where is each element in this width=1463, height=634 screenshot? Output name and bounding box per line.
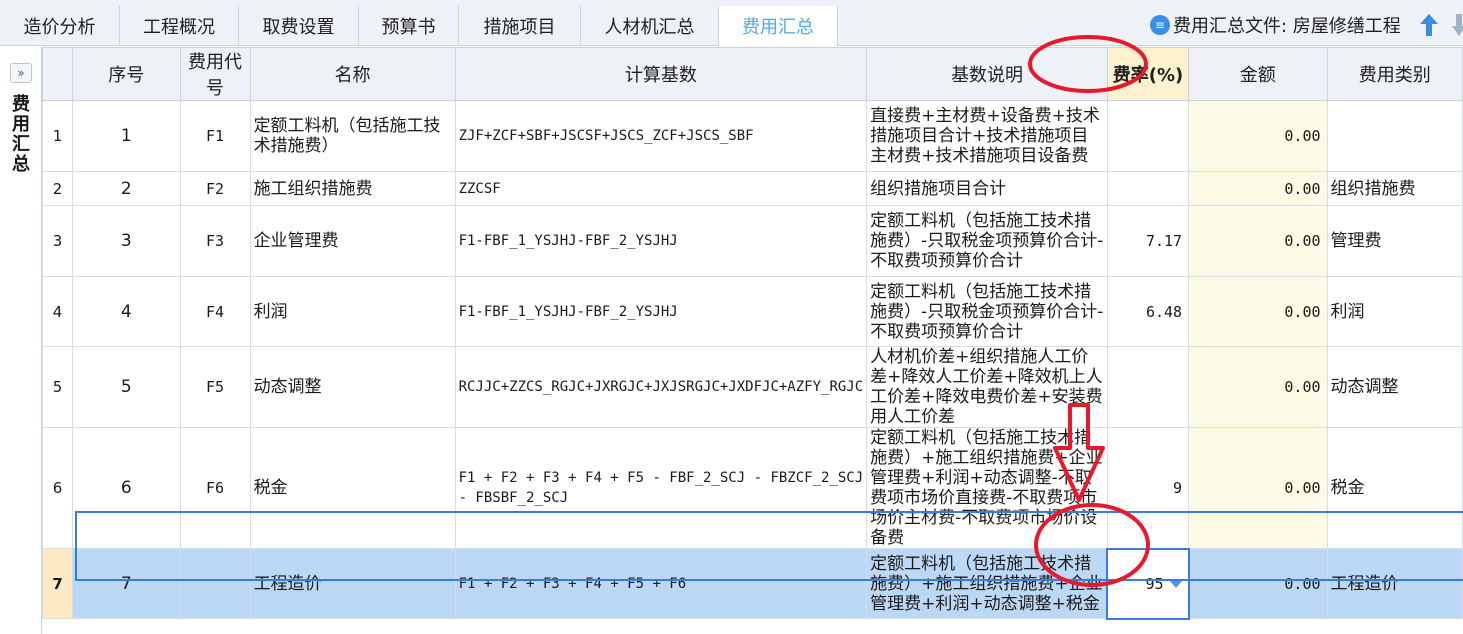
tab-cost-analysis[interactable]: 造价分析 bbox=[0, 6, 120, 46]
document-icon: ≡ bbox=[1150, 15, 1170, 35]
col-header-amount[interactable]: 金额 bbox=[1188, 47, 1328, 101]
table-row-selected[interactable]: 7 7 工程造价 F1 + F2 + F3 + F4 + F5 + F6 定额工… bbox=[41, 547, 1463, 620]
cell-amount[interactable]: 0.00 bbox=[1188, 171, 1328, 206]
table-row[interactable]: 2 2 F2 施工组织措施费 ZZCSF 组织措施项目合计 0.00 组织措施费 bbox=[41, 171, 1463, 206]
cell-seq[interactable]: 4 bbox=[72, 276, 181, 347]
cell-name[interactable]: 企业管理费 bbox=[249, 205, 456, 277]
cell-rate[interactable] bbox=[1106, 346, 1190, 428]
col-header-category[interactable]: 费用类别 bbox=[1326, 47, 1463, 101]
row-number-header bbox=[41, 47, 74, 101]
cost-summary-grid: 序号 费用代号 名称 计算基数 基数说明 费率(%) 金额 费用类别 1 1 F… bbox=[41, 47, 1463, 620]
cell-base[interactable]: F1 + F2 + F3 + F4 + F5 - FBF_2_SCJ - FBZ… bbox=[454, 427, 868, 549]
cell-category[interactable]: 工程造价 bbox=[1326, 548, 1463, 619]
col-header-code[interactable]: 费用代号 bbox=[179, 47, 251, 101]
cell-desc[interactable]: 定额工料机（包括施工技术措施费）+施工组织措施费+企业管理费+利润+动态调整-不… bbox=[866, 427, 1108, 549]
cell-code[interactable]: F2 bbox=[179, 171, 251, 206]
cell-amount[interactable]: 0.00 bbox=[1188, 346, 1328, 428]
cell-desc[interactable]: 定额工料机（包括施工技术措施费）+施工组织措施费+企业管理费+利润+动态调整+税… bbox=[866, 548, 1108, 619]
col-header-base[interactable]: 计算基数 bbox=[454, 47, 868, 101]
cell-category[interactable]: 税金 bbox=[1326, 427, 1463, 549]
cell-seq[interactable]: 7 bbox=[72, 548, 181, 619]
cell-rate-editor[interactable]: 95 bbox=[1106, 547, 1190, 620]
cell-seq[interactable]: 2 bbox=[72, 171, 181, 206]
row-number[interactable]: 6 bbox=[41, 427, 74, 549]
move-up-icon[interactable] bbox=[1418, 12, 1440, 38]
cell-code[interactable]: F3 bbox=[179, 205, 251, 277]
cell-amount[interactable]: 0.00 bbox=[1188, 100, 1328, 172]
cell-amount[interactable]: 0.00 bbox=[1188, 205, 1328, 277]
table-row[interactable]: 6 6 F6 税金 F1 + F2 + F3 + F4 + F5 - FBF_2… bbox=[41, 427, 1463, 549]
cell-seq[interactable]: 6 bbox=[72, 427, 181, 549]
cell-name[interactable]: 工程造价 bbox=[249, 548, 456, 619]
cell-name[interactable]: 税金 bbox=[249, 427, 456, 549]
cell-seq[interactable]: 1 bbox=[72, 100, 181, 172]
cell-code[interactable]: F5 bbox=[179, 346, 251, 428]
cell-seq[interactable]: 5 bbox=[72, 346, 181, 428]
cell-amount[interactable]: 0.00 bbox=[1188, 427, 1328, 549]
expand-panel-button[interactable]: » bbox=[10, 63, 32, 83]
cell-category[interactable]: 组织措施费 bbox=[1326, 171, 1463, 206]
tab-measures[interactable]: 措施项目 bbox=[459, 6, 581, 46]
side-panel: » 费用汇总 bbox=[0, 47, 42, 634]
cell-base[interactable]: ZJF+ZCF+SBF+JSCSF+JSCS_ZCF+JSCS_SBF bbox=[454, 100, 868, 172]
rate-value[interactable]: 95 bbox=[1146, 575, 1164, 593]
cell-code[interactable]: F4 bbox=[179, 276, 251, 347]
cell-rate[interactable] bbox=[1106, 171, 1190, 206]
row-number[interactable]: 5 bbox=[41, 346, 74, 428]
cell-base[interactable]: F1 + F2 + F3 + F4 + F5 + F6 bbox=[454, 548, 868, 619]
cell-desc[interactable]: 组织措施项目合计 bbox=[866, 171, 1108, 206]
cell-rate[interactable] bbox=[1106, 100, 1190, 172]
cell-name[interactable]: 定额工料机（包括施工技术措施费） bbox=[249, 100, 456, 172]
grid-header: 序号 费用代号 名称 计算基数 基数说明 费率(%) 金额 费用类别 bbox=[41, 47, 1463, 101]
row-number[interactable]: 1 bbox=[41, 100, 74, 172]
cell-category[interactable] bbox=[1326, 100, 1463, 172]
cell-rate[interactable]: 9 bbox=[1106, 427, 1190, 549]
cell-name[interactable]: 施工组织措施费 bbox=[249, 171, 456, 206]
cell-name[interactable]: 动态调整 bbox=[249, 346, 456, 428]
tab-fee-settings[interactable]: 取费设置 bbox=[239, 6, 359, 46]
col-header-desc[interactable]: 基数说明 bbox=[866, 47, 1108, 101]
table-row[interactable]: 3 3 F3 企业管理费 F1-FBF_1_YSJHJ-FBF_2_YSJHJ … bbox=[41, 205, 1463, 277]
cell-code[interactable] bbox=[179, 548, 251, 619]
col-header-name[interactable]: 名称 bbox=[249, 47, 456, 101]
tab-cost-summary[interactable]: 费用汇总 bbox=[719, 6, 838, 47]
cell-seq[interactable]: 3 bbox=[72, 205, 181, 277]
cell-base[interactable]: RCJJC+ZZCS_RGJC+JXRGJC+JXJSRGJC+JXDFJC+A… bbox=[454, 346, 868, 428]
tab-bar: 造价分析 工程概况 取费设置 预算书 措施项目 人材机汇总 费用汇总 ≡ 费用汇… bbox=[0, 0, 1463, 47]
cell-desc[interactable]: 定额工料机（包括施工技术措施费）-只取税金项预算价合计-不取费项预算价合计 bbox=[866, 205, 1108, 277]
cell-base[interactable]: ZZCSF bbox=[454, 171, 868, 206]
cell-code[interactable]: F1 bbox=[179, 100, 251, 172]
cell-category[interactable]: 管理费 bbox=[1326, 205, 1463, 277]
cell-desc[interactable]: 定额工料机（包括施工技术措施费）-只取税金项预算价合计-不取费项预算价合计 bbox=[866, 276, 1108, 347]
cell-amount[interactable]: 0.00 bbox=[1188, 548, 1328, 619]
cell-rate[interactable]: 7.17 bbox=[1106, 205, 1190, 277]
table-row[interactable]: 1 1 F1 定额工料机（包括施工技术措施费） ZJF+ZCF+SBF+JSCS… bbox=[41, 100, 1463, 172]
table-row[interactable]: 4 4 F4 利润 F1-FBF_1_YSJHJ-FBF_2_YSJHJ 定额工… bbox=[41, 276, 1463, 347]
row-number[interactable]: 3 bbox=[41, 205, 74, 277]
summary-file-info: ≡ 费用汇总文件: 房屋修缮工程 bbox=[1150, 10, 1401, 40]
row-number[interactable]: 2 bbox=[41, 171, 74, 206]
row-number[interactable]: 7 bbox=[41, 548, 74, 619]
cell-rate[interactable]: 6.48 bbox=[1106, 276, 1190, 347]
move-down-icon[interactable] bbox=[1452, 12, 1463, 38]
side-panel-title: 费用汇总 bbox=[12, 94, 30, 175]
cell-amount[interactable]: 0.00 bbox=[1188, 276, 1328, 347]
col-header-seq[interactable]: 序号 bbox=[72, 47, 181, 101]
tab-labor-material-summary[interactable]: 人材机汇总 bbox=[581, 6, 719, 46]
col-header-rate[interactable]: 费率(%) bbox=[1106, 47, 1190, 101]
summary-file-label: 费用汇总文件: 房屋修缮工程 bbox=[1173, 16, 1401, 37]
cell-name[interactable]: 利润 bbox=[249, 276, 456, 347]
cell-code[interactable]: F6 bbox=[179, 427, 251, 549]
dropdown-arrow-icon[interactable] bbox=[1169, 580, 1182, 588]
cell-base[interactable]: F1-FBF_1_YSJHJ-FBF_2_YSJHJ bbox=[454, 205, 868, 277]
row-number[interactable]: 4 bbox=[41, 276, 74, 347]
cell-desc[interactable]: 人材机价差+组织措施人工价差+降效人工价差+降效机上人工价差+降效电费价差+安装… bbox=[866, 346, 1108, 428]
table-row[interactable]: 5 5 F5 动态调整 RCJJC+ZZCS_RGJC+JXRGJC+JXJSR… bbox=[41, 346, 1463, 428]
cell-base[interactable]: F1-FBF_1_YSJHJ-FBF_2_YSJHJ bbox=[454, 276, 868, 347]
cell-category[interactable]: 利润 bbox=[1326, 276, 1463, 347]
cell-category[interactable]: 动态调整 bbox=[1326, 346, 1463, 428]
tab-project-overview[interactable]: 工程概况 bbox=[120, 6, 239, 46]
tab-budget[interactable]: 预算书 bbox=[359, 6, 459, 46]
cell-desc[interactable]: 直接费+主材费+设备费+技术措施项目合计+技术措施项目主材费+技术措施项目设备费 bbox=[866, 100, 1108, 172]
